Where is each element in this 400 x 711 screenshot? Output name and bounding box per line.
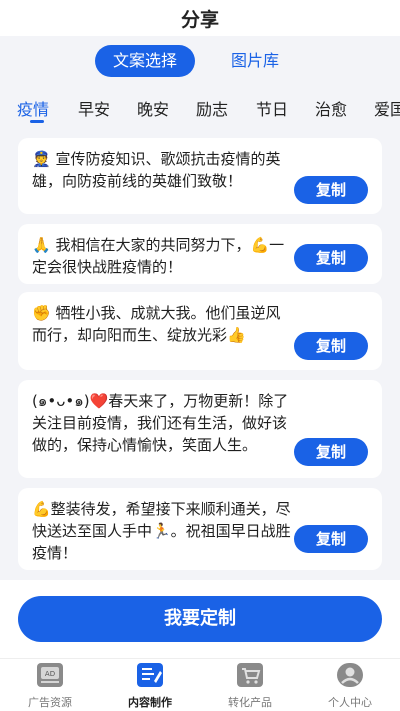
- nav-conversion-products[interactable]: 转化产品: [200, 661, 300, 711]
- card-text: (๑•ᴗ•๑)❤️春天来了，万物更新！除了关注目前疫情，我们还有生活，做好该做的…: [32, 392, 289, 454]
- copy-button[interactable]: 复制: [294, 525, 368, 553]
- nav-personal-center[interactable]: 个人中心: [300, 661, 400, 711]
- page-title: 分享: [180, 8, 219, 31]
- copy-card: 👮 宣传防疫知识、歌颂抗击疫情的英雄，向防疫前线的英雄们致敬！ 复制: [18, 138, 382, 214]
- nav-label: 内容制作: [128, 696, 172, 709]
- segment-image-library[interactable]: 图片库: [215, 45, 295, 77]
- tab-good-night[interactable]: 晚安: [137, 96, 169, 120]
- copy-card: 🙏 我相信在大家的共同努力下，💪一定会很快战胜疫情的！ 复制: [18, 224, 382, 284]
- segment-control: 文案选择 图片库: [0, 36, 400, 88]
- tab-festival[interactable]: 节日: [256, 96, 288, 120]
- user-icon: [335, 661, 365, 689]
- card-text: 🙏 我相信在大家的共同努力下，💪一定会很快战胜疫情的！: [32, 236, 285, 276]
- card-text: 💪整装待发，希望接下来顺利通关，尽快送达至国人手中🏃。祝祖国早日战胜疫情！: [32, 500, 291, 562]
- tab-inspirational[interactable]: 励志: [196, 96, 228, 120]
- tab-good-morning[interactable]: 早安: [78, 96, 110, 120]
- copy-button[interactable]: 复制: [294, 438, 368, 466]
- card-text: ✊ 牺牲小我、成就大我。他们虽逆风而行，却向阳而生、绽放光彩👍: [32, 304, 281, 344]
- copy-button[interactable]: 复制: [294, 176, 368, 204]
- copy-card: ✊ 牺牲小我、成就大我。他们虽逆风而行，却向阳而生、绽放光彩👍 复制: [18, 292, 382, 370]
- tab-epidemic[interactable]: 疫情: [17, 96, 49, 120]
- copy-button[interactable]: 复制: [294, 244, 368, 272]
- page-header: 分享: [0, 0, 400, 36]
- tab-healing[interactable]: 治愈: [315, 96, 347, 120]
- card-text: 👮 宣传防疫知识、歌颂抗击疫情的英雄，向防疫前线的英雄们致敬！: [32, 150, 281, 190]
- cart-icon: [235, 661, 265, 689]
- segment-copywriting[interactable]: 文案选择: [95, 45, 195, 77]
- active-tab-indicator: [30, 120, 44, 123]
- category-tabs: 疫情 早安 晚安 励志 节日 治愈 爱国: [0, 88, 400, 126]
- customize-button[interactable]: 我要定制: [18, 596, 382, 642]
- nav-ad-resources[interactable]: AD 广告资源: [0, 661, 100, 711]
- ad-icon: AD: [35, 661, 65, 689]
- nav-label: 广告资源: [28, 696, 72, 709]
- bottom-nav: AD 广告资源 内容制作 转化产品 个人中心: [0, 658, 400, 711]
- copy-card: (๑•ᴗ•๑)❤️春天来了，万物更新！除了关注目前疫情，我们还有生活，做好该做的…: [18, 380, 382, 478]
- tab-patriotic[interactable]: 爱国: [374, 96, 400, 120]
- nav-content-production[interactable]: 内容制作: [100, 661, 200, 711]
- nav-label: 个人中心: [328, 696, 372, 709]
- nav-label: 转化产品: [228, 696, 272, 709]
- svg-text:AD: AD: [45, 670, 55, 678]
- copy-card: 💪整装待发，希望接下来顺利通关，尽快送达至国人手中🏃。祝祖国早日战胜疫情！ 复制: [18, 488, 382, 570]
- copy-button[interactable]: 复制: [294, 332, 368, 360]
- edit-document-icon: [135, 661, 165, 689]
